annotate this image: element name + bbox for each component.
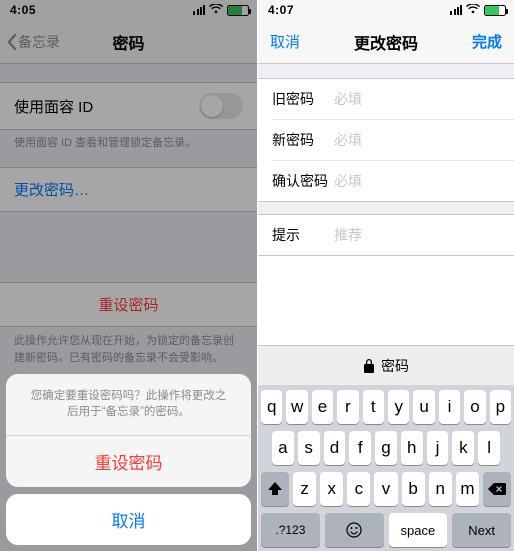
key-i[interactable]: i — [439, 390, 460, 424]
status-bar: 4:07 — [258, 0, 514, 20]
hint-row[interactable]: 提示 推荐 — [258, 215, 514, 255]
old-password-row[interactable]: 旧密码 必填 — [258, 79, 514, 119]
wifi-icon — [466, 4, 480, 17]
key-e[interactable]: e — [312, 390, 333, 424]
new-password-row[interactable]: 新密码 必填 — [272, 119, 514, 160]
key-row-3: z x c v b n m — [261, 472, 511, 506]
key-t[interactable]: t — [363, 390, 384, 424]
key-icon — [363, 359, 375, 373]
password-form: 旧密码 必填 新密码 必填 确认密码 必填 — [258, 78, 514, 202]
key-f[interactable]: f — [349, 431, 371, 465]
key-p[interactable]: p — [490, 390, 511, 424]
left-phone: 4:05 备忘录 密码 使用面容 ID 使用面容 ID 查看和管理锁定备忘录。 … — [0, 0, 257, 551]
confirm-password-placeholder: 必填 — [334, 171, 362, 191]
shift-key[interactable] — [261, 472, 289, 506]
hint-label: 提示 — [272, 225, 334, 245]
key-z[interactable]: z — [293, 472, 316, 506]
autofill-label: 密码 — [381, 356, 409, 376]
nav-title: 更改密码 — [354, 30, 418, 54]
backspace-icon — [488, 483, 506, 495]
backspace-key[interactable] — [483, 472, 511, 506]
key-b[interactable]: b — [402, 472, 425, 506]
key-m[interactable]: m — [456, 472, 479, 506]
key-u[interactable]: u — [413, 390, 434, 424]
confirm-password-label: 确认密码 — [272, 171, 334, 191]
hint-placeholder: 推荐 — [334, 225, 362, 245]
cancel-button[interactable]: 取消 — [270, 31, 300, 52]
status-time: 4:07 — [268, 3, 294, 17]
key-a[interactable]: a — [272, 431, 294, 465]
key-s[interactable]: s — [298, 431, 320, 465]
new-password-label: 新密码 — [272, 130, 334, 150]
numbers-key[interactable]: .?123 — [261, 513, 320, 547]
key-y[interactable]: y — [388, 390, 409, 424]
key-n[interactable]: n — [429, 472, 452, 506]
key-l[interactable]: l — [478, 431, 500, 465]
signal-icon — [450, 5, 462, 15]
key-w[interactable]: w — [286, 390, 307, 424]
next-key[interactable]: Next — [452, 513, 511, 547]
sheet-reset-button[interactable]: 重设密码 — [6, 436, 251, 487]
key-c[interactable]: c — [347, 472, 370, 506]
key-g[interactable]: g — [375, 431, 397, 465]
key-h[interactable]: h — [401, 431, 423, 465]
key-row-2: a s d f g h j k l — [261, 431, 511, 465]
done-button[interactable]: 完成 — [472, 31, 502, 52]
space-key[interactable]: space — [389, 513, 448, 547]
key-d[interactable]: d — [324, 431, 346, 465]
key-row-1: q w e r t y u i o p — [261, 390, 511, 424]
sheet-message: 您确定要重设密码吗？此操作将更改之后用于“备忘录”的密码。 — [6, 374, 251, 436]
key-j[interactable]: j — [427, 431, 449, 465]
key-x[interactable]: x — [320, 472, 343, 506]
key-r[interactable]: r — [337, 390, 358, 424]
nav-bar: 取消 更改密码 完成 — [258, 20, 514, 64]
key-v[interactable]: v — [374, 472, 397, 506]
key-o[interactable]: o — [464, 390, 485, 424]
confirm-password-row[interactable]: 确认密码 必填 — [272, 160, 514, 201]
old-password-label: 旧密码 — [272, 89, 334, 109]
key-k[interactable]: k — [452, 431, 474, 465]
sheet-cancel-button[interactable]: 取消 — [6, 494, 251, 545]
key-row-4: .?123 space Next — [261, 513, 511, 547]
new-password-placeholder: 必填 — [334, 130, 362, 150]
action-sheet: 您确定要重设密码吗？此操作将更改之后用于“备忘录”的密码。 重设密码 取消 — [6, 374, 251, 545]
key-q[interactable]: q — [261, 390, 282, 424]
old-password-placeholder: 必填 — [334, 89, 362, 109]
keyboard: 密码 q w e r t y u i o p a s d — [258, 345, 514, 551]
right-phone: 4:07 取消 更改密码 完成 旧密码 必填 新密码 必填 — [257, 0, 514, 551]
emoji-key[interactable] — [325, 513, 384, 547]
battery-icon — [484, 5, 506, 16]
emoji-icon — [346, 522, 362, 538]
autofill-bar[interactable]: 密码 — [258, 345, 514, 385]
shift-icon — [267, 482, 283, 496]
